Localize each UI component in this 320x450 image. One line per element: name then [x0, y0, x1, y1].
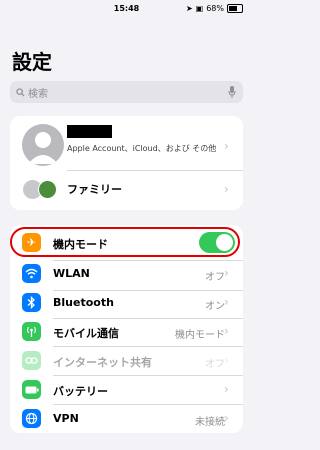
row-label-battery[interactable]: バッテリー: [53, 383, 108, 399]
battery-icon: [227, 4, 243, 13]
row-label-hotspot: インターネット共有: [53, 356, 152, 369]
divider: [53, 346, 243, 347]
microphone-icon[interactable]: [228, 86, 236, 98]
antenna-icon: [22, 322, 41, 341]
search-bar[interactable]: 検索: [10, 81, 243, 103]
account-subtitle: Apple Account、iCloud、および その他: [67, 144, 217, 153]
divider: [53, 404, 243, 405]
bluetooth-icon: [22, 293, 41, 312]
chevron-right-icon: ›: [224, 411, 229, 425]
chevron-right-icon: ›: [224, 266, 229, 280]
lock-icon: ▣: [195, 4, 204, 13]
chevron-right-icon: ›: [224, 295, 229, 309]
chevron-right-icon: ›: [224, 353, 229, 367]
wifi-icon: [22, 264, 41, 283]
family-avatar-2: [38, 180, 57, 199]
chevron-right-icon: ›: [224, 382, 229, 396]
chevron-right-icon: ›: [224, 139, 229, 153]
row-label-bluetooth[interactable]: Bluetooth: [53, 296, 114, 309]
divider: [53, 318, 243, 319]
chevron-right-icon: ›: [224, 324, 229, 338]
account-name-redacted: [67, 125, 112, 138]
status-bar: 15:48 ➤ ▣ 68%: [0, 0, 253, 18]
chevron-right-icon: ›: [224, 182, 229, 196]
divider: [67, 170, 243, 171]
divider: [53, 375, 243, 376]
globe-icon: [22, 409, 41, 428]
link-icon: [22, 351, 41, 370]
row-value-bluetooth: オン: [205, 301, 225, 312]
row-value-hotspot: オフ: [205, 359, 225, 370]
location-icon: ➤: [185, 4, 193, 13]
divider: [53, 290, 243, 291]
family-row[interactable]: ファミリー: [67, 181, 122, 197]
row-label-mobile[interactable]: モバイル通信: [53, 325, 119, 341]
search-icon: [16, 87, 25, 97]
status-right: ➤ ▣ 68%: [186, 4, 243, 13]
row-label-wlan[interactable]: WLAN: [53, 267, 90, 280]
row-label-vpn[interactable]: VPN: [53, 412, 79, 425]
page-title: 設定: [12, 50, 52, 74]
battery-percent: 68%: [206, 4, 224, 13]
search-placeholder: 検索: [28, 88, 48, 100]
avatar[interactable]: [22, 124, 64, 166]
row-value-mobile: 機内モード: [175, 330, 225, 341]
row-value-vpn: 未接続: [195, 417, 225, 428]
person-icon: [28, 132, 58, 164]
battery-row-icon: [22, 380, 41, 399]
row-value-wlan: オフ: [205, 272, 225, 283]
divider: [53, 260, 243, 261]
highlight-outline: [10, 227, 240, 257]
